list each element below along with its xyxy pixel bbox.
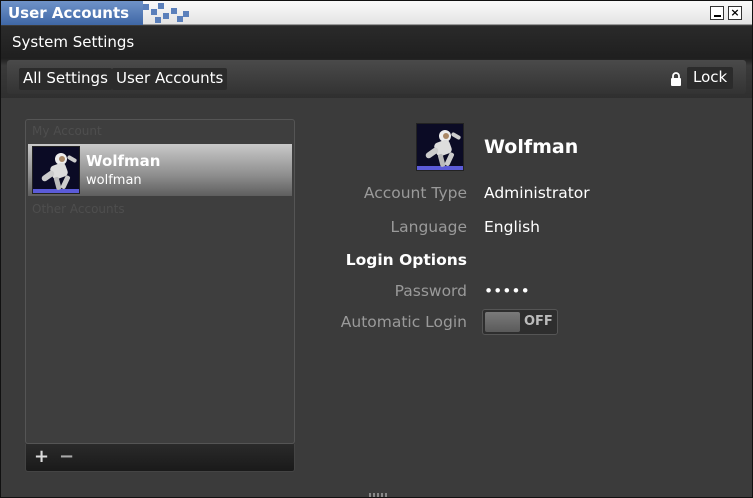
list-toolbar: + − — [25, 444, 295, 472]
lock-button[interactable]: Lock — [687, 67, 734, 89]
toggle-knob — [485, 312, 520, 332]
account-name: Wolfman — [86, 152, 161, 170]
my-account-label: My Account — [32, 124, 102, 138]
language-label: Language — [390, 218, 468, 236]
header: System Settings All Settings User Accoun… — [1, 26, 752, 98]
automatic-login-toggle[interactable]: OFF — [482, 309, 558, 335]
full-name-field[interactable]: Wolfman — [484, 136, 578, 158]
remove-user-button[interactable]: − — [59, 446, 74, 468]
account-type-label: Account Type — [363, 184, 467, 202]
account-login: wolfman — [86, 173, 142, 188]
other-accounts-label: Other Accounts — [32, 202, 125, 216]
lock-icon — [671, 72, 681, 86]
toggle-state: OFF — [524, 314, 553, 329]
password-value[interactable]: ••••• — [484, 282, 530, 300]
minimize-button[interactable] — [710, 6, 724, 20]
title-bar[interactable]: User Accounts × — [1, 1, 752, 25]
system-settings-title: System Settings — [12, 33, 135, 51]
resize-grip[interactable] — [369, 493, 387, 497]
account-type-value[interactable]: Administrator — [484, 184, 590, 202]
astronaut-icon[interactable] — [416, 123, 464, 171]
astronaut-icon — [32, 146, 80, 194]
breadcrumb-all-settings[interactable]: All Settings — [19, 68, 112, 90]
list-item[interactable]: Wolfman wolfman — [28, 144, 292, 196]
add-user-button[interactable]: + — [34, 446, 49, 468]
title-decoration — [141, 1, 189, 25]
password-label: Password — [394, 282, 467, 300]
window-title: User Accounts — [1, 1, 143, 25]
close-button[interactable]: × — [728, 6, 742, 20]
user-accounts-window: User Accounts × System Settings All Sett… — [0, 0, 753, 498]
breadcrumb-user-accounts[interactable]: User Accounts — [112, 68, 228, 90]
language-value[interactable]: English — [484, 218, 540, 236]
automatic-login-label: Automatic Login — [340, 313, 467, 331]
breadcrumb: All Settings User Accounts Lock — [7, 60, 746, 94]
login-options-heading: Login Options — [345, 251, 467, 269]
account-list: My Account Wolfman wolfman Other Account… — [25, 119, 295, 444]
